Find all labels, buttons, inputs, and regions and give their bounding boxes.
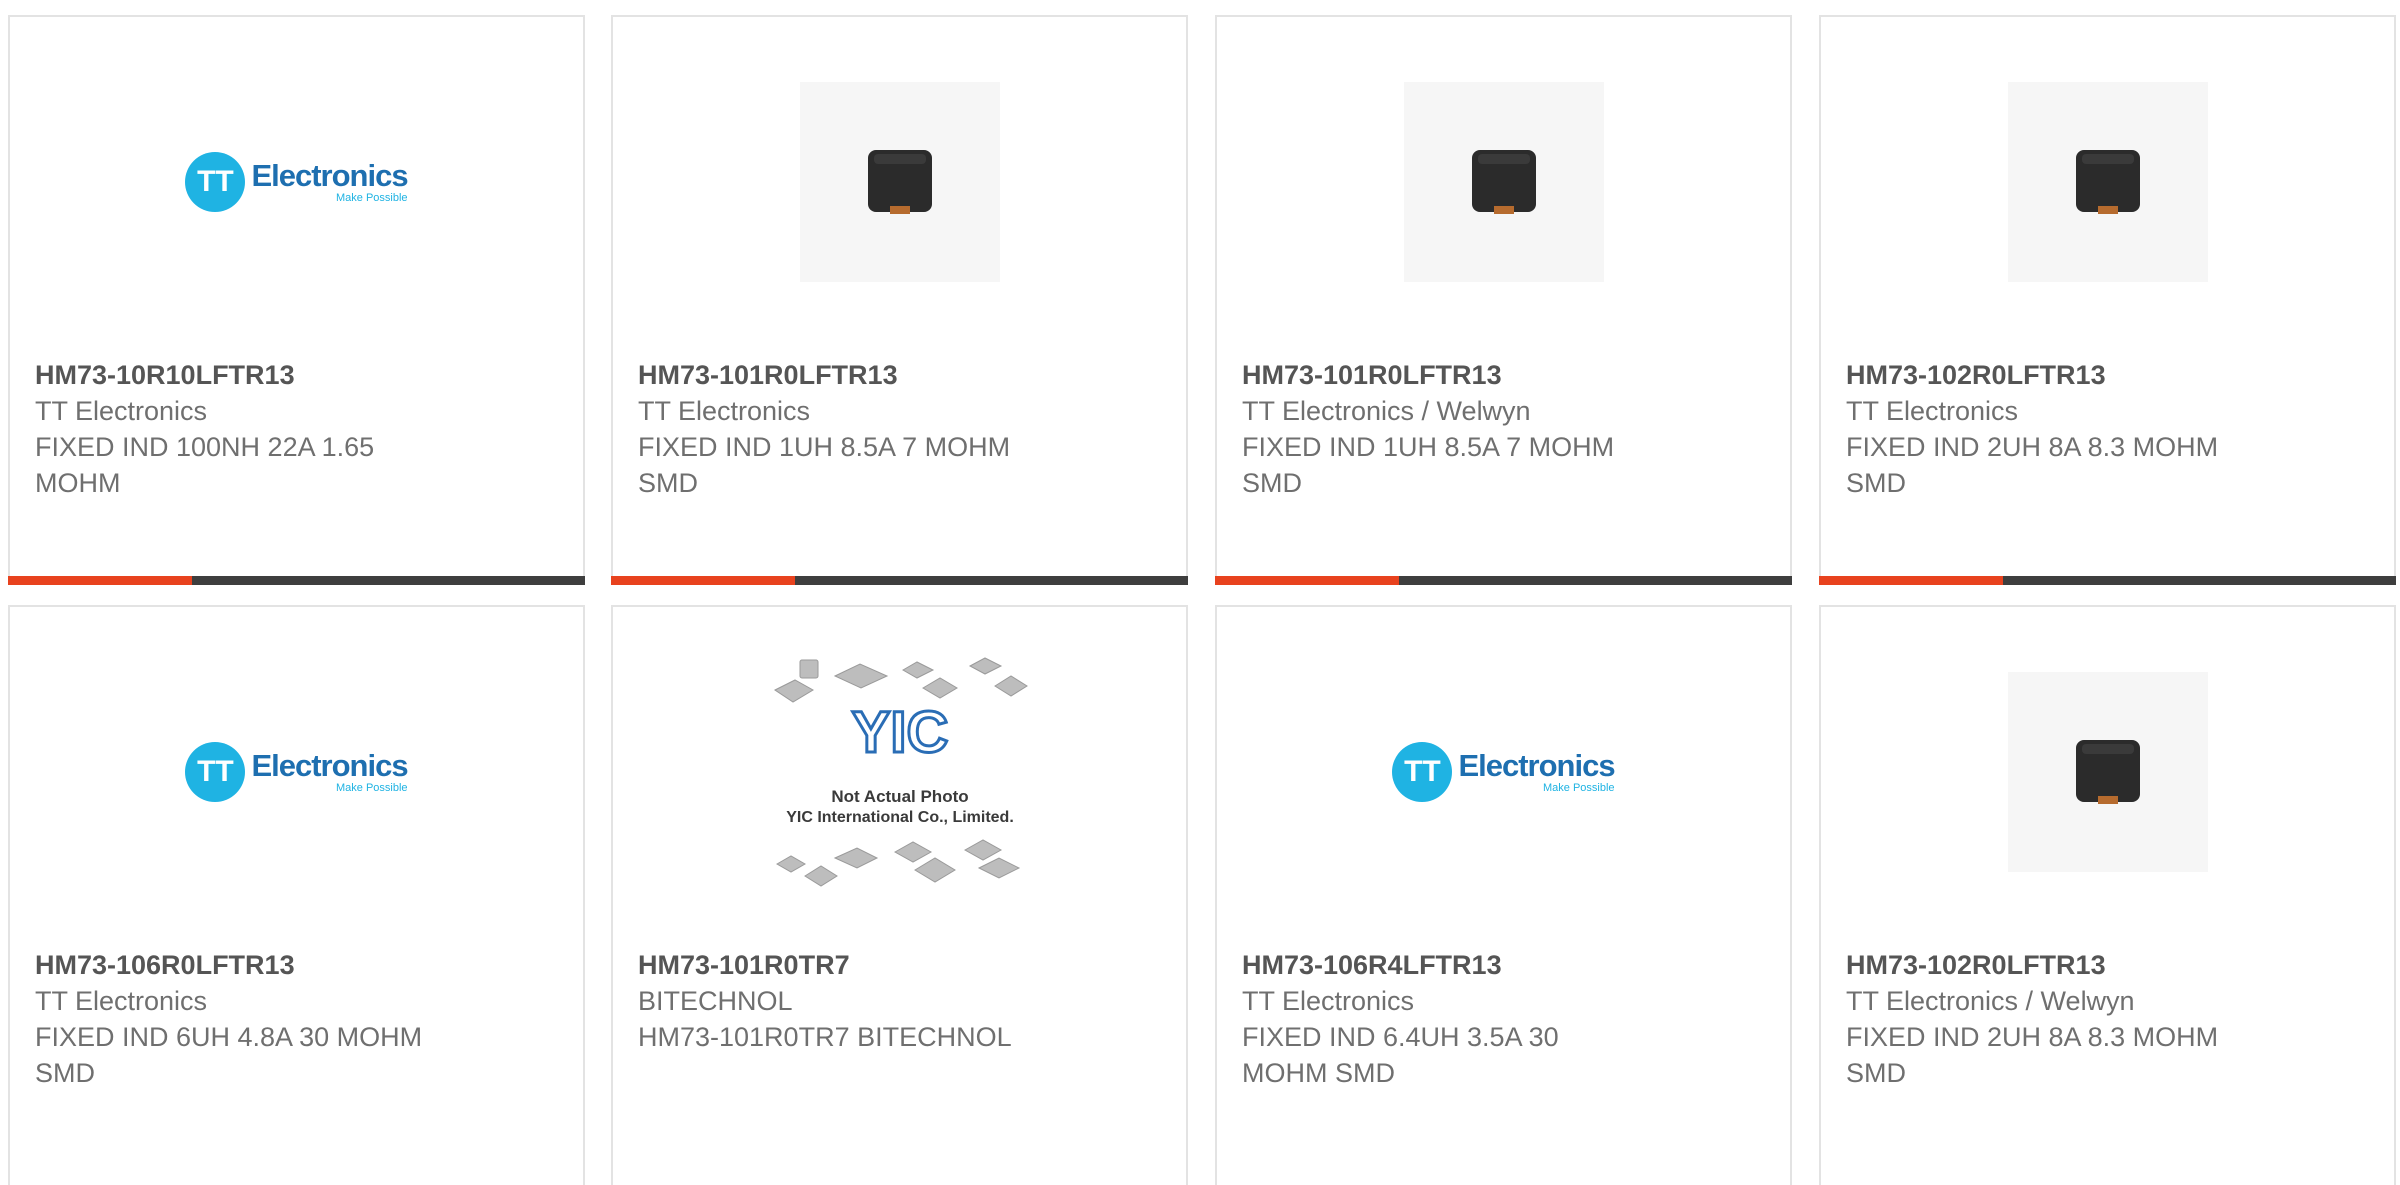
inductor-icon bbox=[1471, 150, 1536, 214]
product-card[interactable]: HM73-102R0LFTR13 TT Electronics / Welwyn… bbox=[1819, 605, 2396, 1185]
tt-logo-tagline: Make Possible bbox=[336, 192, 408, 204]
description: FIXED IND 2UH 8A 8.3 MOHM SMD bbox=[1846, 432, 2219, 498]
tt-electronics-logo: TT Electronics Make Possible bbox=[185, 742, 409, 802]
product-card[interactable]: YIC Not Actual Photo YIC International C… bbox=[611, 605, 1188, 1185]
part-number[interactable]: HM73-10R10LFTR13 bbox=[35, 357, 435, 393]
inductor-photo bbox=[2007, 672, 2208, 872]
card-bottom-bar bbox=[611, 576, 1188, 585]
tt-logo-word: Electronics bbox=[251, 158, 408, 193]
product-card[interactable]: TT Electronics Make Possible HM73-10R10L… bbox=[8, 15, 585, 585]
tt-electronics-logo: TT Electronics Make Possible bbox=[185, 152, 409, 212]
description: FIXED IND 2UH 8A 8.3 MOHM SMD bbox=[1846, 1022, 2219, 1088]
manufacturer: TT Electronics bbox=[35, 986, 208, 1016]
part-number[interactable]: HM73-106R0LFTR13 bbox=[35, 947, 435, 983]
description: FIXED IND 1UH 8.5A 7 MOHM SMD bbox=[638, 432, 1011, 498]
card-accent bbox=[8, 576, 192, 585]
part-number[interactable]: HM73-101R0LFTR13 bbox=[638, 357, 1038, 393]
inductor-photo bbox=[1403, 82, 1604, 282]
not-actual-photo: YIC Not Actual Photo YIC International C… bbox=[765, 652, 1035, 892]
inductor-photo bbox=[799, 82, 1000, 282]
tt-logo-tagline: Make Possible bbox=[1543, 782, 1615, 794]
card-accent bbox=[1819, 576, 2003, 585]
description: FIXED IND 6.4UH 3.5A 30 MOHM SMD bbox=[1242, 1022, 1559, 1088]
product-image[interactable] bbox=[1821, 607, 2394, 937]
tt-logo-circle: TT bbox=[185, 152, 246, 212]
card-accent bbox=[611, 576, 795, 585]
manufacturer: TT Electronics bbox=[35, 396, 208, 426]
part-number[interactable]: HM73-101R0LFTR13 bbox=[1242, 357, 1642, 393]
yic-caption-line1: Not Actual Photo bbox=[831, 787, 968, 806]
product-image[interactable]: TT Electronics Make Possible bbox=[1217, 607, 1790, 937]
product-image[interactable] bbox=[1217, 17, 1790, 347]
manufacturer: TT Electronics / Welwyn bbox=[1242, 396, 1531, 426]
manufacturer: TT Electronics / Welwyn bbox=[1846, 986, 2135, 1016]
product-card[interactable]: HM73-101R0LFTR13 TT Electronics FIXED IN… bbox=[611, 15, 1188, 585]
tt-logo-tagline: Make Possible bbox=[336, 782, 408, 794]
part-number[interactable]: HM73-106R4LFTR13 bbox=[1242, 947, 1642, 983]
manufacturer: TT Electronics bbox=[638, 396, 811, 426]
manufacturer: TT Electronics bbox=[1242, 986, 1415, 1016]
inductor-icon bbox=[2075, 740, 2140, 804]
product-image[interactable]: YIC Not Actual Photo YIC International C… bbox=[613, 607, 1186, 937]
tt-electronics-logo: TT Electronics Make Possible bbox=[1392, 742, 1616, 802]
product-image[interactable]: TT Electronics Make Possible bbox=[10, 17, 583, 347]
product-card[interactable]: TT Electronics Make Possible HM73-106R4L… bbox=[1215, 605, 1792, 1185]
description: HM73-101R0TR7 BITECHNOL bbox=[638, 1022, 1012, 1052]
manufacturer: BITECHNOL bbox=[638, 986, 793, 1016]
part-number[interactable]: HM73-101R0TR7 bbox=[638, 947, 1038, 983]
yic-mark: YIC bbox=[851, 700, 948, 765]
product-image[interactable] bbox=[1821, 17, 2394, 347]
tt-logo-circle: TT bbox=[1392, 742, 1453, 802]
part-number[interactable]: HM73-102R0LFTR13 bbox=[1846, 357, 2246, 393]
product-card[interactable]: HM73-101R0LFTR13 TT Electronics / Welwyn… bbox=[1215, 15, 1792, 585]
tt-logo-word: Electronics bbox=[251, 748, 408, 783]
card-bottom-bar bbox=[1819, 576, 2396, 585]
description: FIXED IND 1UH 8.5A 7 MOHM SMD bbox=[1242, 432, 1615, 498]
tt-logo-circle: TT bbox=[185, 742, 246, 802]
inductor-photo bbox=[2007, 82, 2208, 282]
product-grid: TT Electronics Make Possible HM73-10R10L… bbox=[0, 0, 2400, 1185]
description: FIXED IND 6UH 4.8A 30 MOHM SMD bbox=[35, 1022, 423, 1088]
card-bottom-bar bbox=[1215, 576, 1792, 585]
product-card[interactable]: HM73-102R0LFTR13 TT Electronics FIXED IN… bbox=[1819, 15, 2396, 585]
yic-caption-line2: YIC International Co., Limited. bbox=[786, 809, 1014, 826]
card-accent bbox=[1215, 576, 1399, 585]
product-image[interactable] bbox=[613, 17, 1186, 347]
product-image[interactable]: TT Electronics Make Possible bbox=[10, 607, 583, 937]
product-card[interactable]: TT Electronics Make Possible HM73-106R0L… bbox=[8, 605, 585, 1185]
description: FIXED IND 100NH 22A 1.65 MOHM bbox=[35, 432, 375, 498]
part-number[interactable]: HM73-102R0LFTR13 bbox=[1846, 947, 2246, 983]
tt-logo-word: Electronics bbox=[1458, 748, 1615, 783]
inductor-icon bbox=[867, 150, 932, 214]
card-bottom-bar bbox=[8, 576, 585, 585]
manufacturer: TT Electronics bbox=[1846, 396, 2019, 426]
yic-placeholder-icon: YIC Not Actual Photo YIC International C… bbox=[773, 657, 1028, 887]
inductor-icon bbox=[2075, 150, 2140, 214]
